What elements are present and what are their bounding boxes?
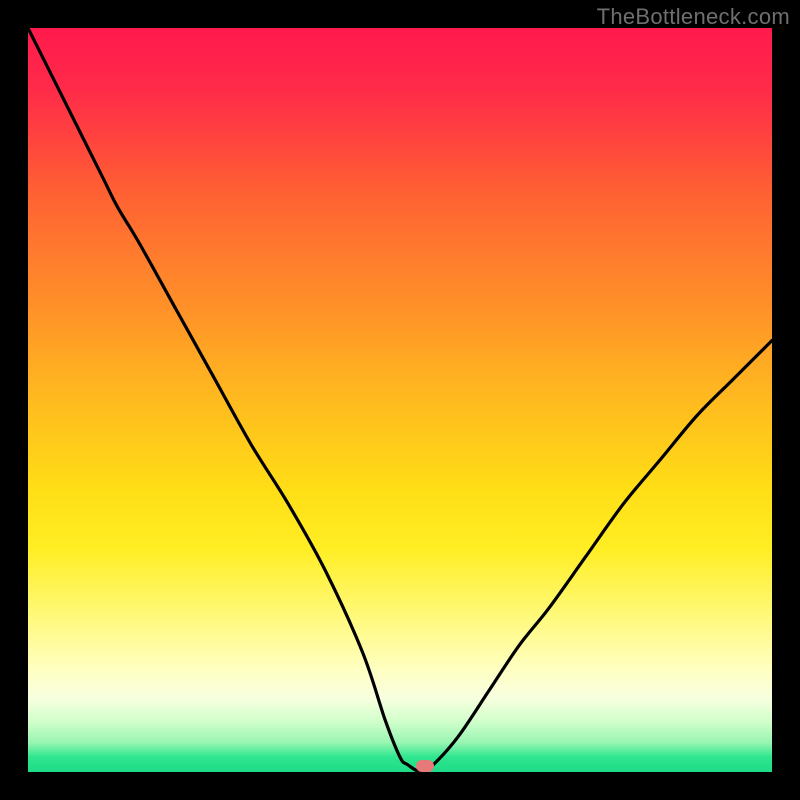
optimal-point-marker bbox=[416, 760, 434, 772]
bottleneck-curve bbox=[28, 28, 772, 772]
chart-frame: TheBottleneck.com bbox=[0, 0, 800, 800]
watermark-text: TheBottleneck.com bbox=[597, 4, 790, 30]
chart-plot-area bbox=[28, 28, 772, 772]
